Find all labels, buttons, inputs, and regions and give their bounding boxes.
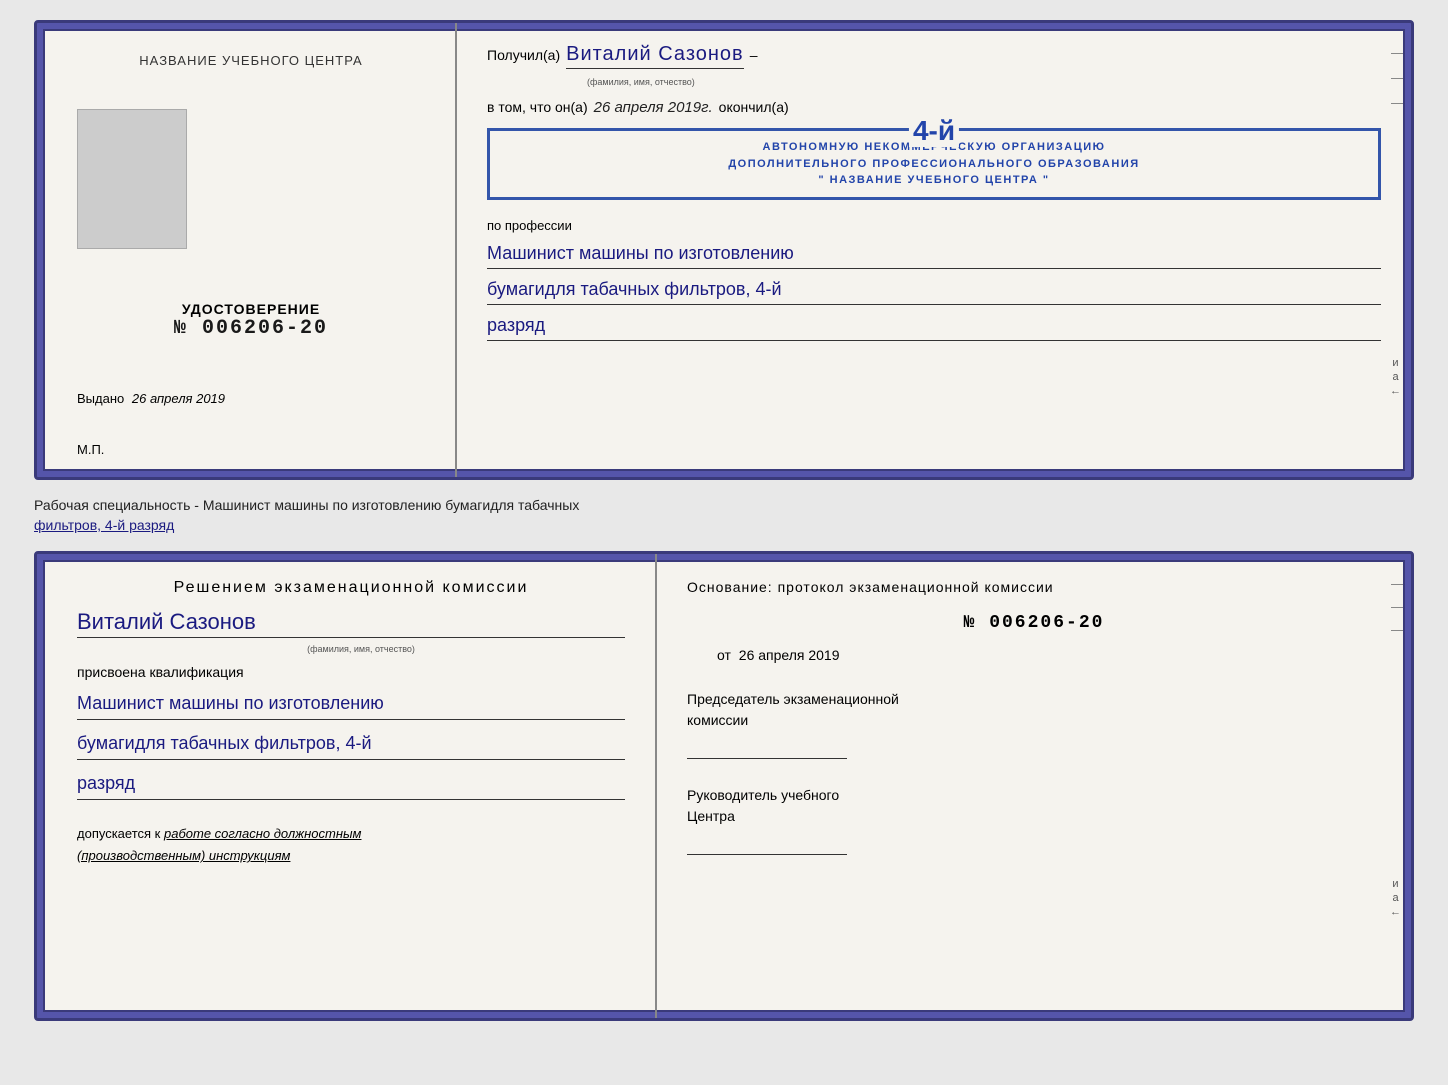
bottom-doc-right: Основание: протокол экзаменационной коми…	[657, 554, 1411, 1018]
resheniem-title: Решением экзаменационной комиссии	[77, 579, 625, 597]
vydano-line: Выдано 26 апреля 2019	[77, 391, 225, 406]
stamp-line2: ДОПОЛНИТЕЛЬНОГО ПРОФЕССИОНАЛЬНОГО ОБРАЗО…	[502, 156, 1366, 173]
bottom-document: Решением экзаменационной комиссии Витали…	[34, 551, 1414, 1021]
dopuskaetsya-text2: (производственным) инструкциям	[77, 848, 290, 863]
vtom-line: в том, что он(а) 26 апреля 2019г. окончи…	[487, 99, 1381, 116]
profession-line3: разряд	[487, 313, 1381, 341]
vtom-label: в том, что он(а)	[487, 99, 588, 115]
predsedatel-line1: Председатель экзаменационной	[687, 689, 1381, 710]
okonchil-label: окончил(а)	[719, 99, 789, 115]
right-decorative-lines	[1391, 53, 1403, 104]
rukovoditel-signature-line	[687, 835, 847, 855]
osnovanie-text: Основание: протокол экзаменационной коми…	[687, 579, 1381, 595]
doc-label-underline: фильтров, 4-й разряд	[34, 517, 174, 533]
udostoverenie-block: УДОСТОВЕРЕНИЕ № 006206-20	[174, 301, 328, 340]
deco-dash-3	[1391, 103, 1403, 104]
predsedatel-block: Председатель экзаменационной комиссии	[687, 689, 1381, 759]
vydano-label: Выдано	[77, 391, 124, 406]
rukovoditel-line2: Центра	[687, 806, 1381, 827]
recipient-name: Виталий Сазонов	[566, 43, 744, 69]
bottom-letter-a: а	[1392, 892, 1398, 904]
bottom-deco-dash-3	[1391, 630, 1403, 631]
mp-label: М.П.	[77, 442, 104, 457]
number-prefix: №	[174, 317, 188, 340]
letter-a: а	[1392, 371, 1398, 383]
dopuskaetsya-line: допускается к работе согласно должностны…	[77, 826, 625, 841]
bottom-deco-dash-2	[1391, 607, 1403, 608]
prisvoena-text: присвоена квалификация	[77, 664, 625, 680]
bottom-right-deco	[1391, 584, 1403, 631]
protocol-number: № 006206-20	[687, 613, 1381, 633]
ot-prefix: от	[717, 647, 731, 663]
po-professii-label: по профессии	[487, 218, 1381, 233]
doc-label: Рабочая специальность - Машинист машины …	[34, 492, 1414, 539]
letter-i: и	[1392, 357, 1398, 369]
top-document: НАЗВАНИЕ УЧЕБНОГО ЦЕНТРА УДОСТОВЕРЕНИЕ №…	[34, 20, 1414, 480]
stamp-number: 4-й	[909, 115, 959, 147]
deco-dash-2	[1391, 78, 1403, 79]
protocol-prefix: №	[964, 613, 977, 633]
bottom-deco-dash-1	[1391, 584, 1403, 585]
bottom-letter-arrow: ←	[1390, 906, 1401, 918]
dash-1: –	[750, 47, 758, 63]
name-hint-top: (фамилия, имя, отчество)	[587, 77, 1381, 87]
udostoverenie-number: № 006206-20	[174, 317, 328, 340]
vtom-date: 26 апреля 2019г.	[594, 99, 713, 116]
top-doc-right: Получил(а) Виталий Сазонов – (фамилия, и…	[457, 23, 1411, 477]
profession-line1: Машинист машины по изготовлению	[487, 241, 1381, 269]
bottom-profession-line2: бумагидля табачных фильтров, 4-й	[77, 730, 625, 760]
top-doc-left: НАЗВАНИЕ УЧЕБНОГО ЦЕНТРА УДОСТОВЕРЕНИЕ №…	[37, 23, 457, 477]
bottom-right-letters: и а ←	[1390, 878, 1401, 918]
bottom-profession-line3: разряд	[77, 770, 625, 800]
dopuskaetsya-text: работе согласно должностным	[164, 826, 361, 841]
deco-dash-1	[1391, 53, 1403, 54]
bottom-name-hint: (фамилия, имя, отчество)	[97, 644, 625, 654]
certificate-number: 006206-20	[202, 317, 328, 340]
bottom-doc-left: Решением экзаменационной комиссии Витали…	[37, 554, 657, 1018]
letter-arrow: ←	[1390, 385, 1401, 397]
training-center-top-label: НАЗВАНИЕ УЧЕБНОГО ЦЕНТРА	[139, 53, 362, 68]
photo-placeholder	[77, 109, 187, 249]
bottom-letter-i: и	[1392, 878, 1398, 890]
doc-label-text: Рабочая специальность - Машинист машины …	[34, 497, 579, 513]
predsedatel-signature-line	[687, 739, 847, 759]
ot-date: 26 апреля 2019	[739, 647, 840, 663]
vydano-date: 26 апреля 2019	[132, 391, 225, 406]
protocol-num: 006206-20	[989, 613, 1104, 633]
stamp-line3: " НАЗВАНИЕ УЧЕБНОГО ЦЕНТРА "	[502, 172, 1366, 189]
predsedatel-line2: комиссии	[687, 710, 1381, 731]
ot-line: от 26 апреля 2019	[687, 647, 1381, 663]
rukovoditel-block: Руководитель учебного Центра	[687, 785, 1381, 855]
bottom-recipient-name: Виталий Сазонов	[77, 609, 625, 638]
dopuskaetsya-label: допускается к	[77, 826, 160, 841]
udostoverenie-title: УДОСТОВЕРЕНИЕ	[174, 301, 328, 317]
dopuskaetsya-text2-block: (производственным) инструкциям	[77, 847, 625, 865]
bottom-profession-line1: Машинист машины по изготовлению	[77, 690, 625, 720]
poluchil-line: Получил(а) Виталий Сазонов –	[487, 43, 1381, 69]
rukovoditel-line1: Руководитель учебного	[687, 785, 1381, 806]
profession-line2: бумагидля табачных фильтров, 4-й	[487, 277, 1381, 305]
poluchil-label: Получил(а)	[487, 47, 560, 63]
stamp-block: 4-й АВТОНОМНУЮ НЕКОММЕРЧЕСКУЮ ОРГАНИЗАЦИ…	[487, 128, 1381, 200]
right-letters: и а ←	[1390, 357, 1401, 397]
